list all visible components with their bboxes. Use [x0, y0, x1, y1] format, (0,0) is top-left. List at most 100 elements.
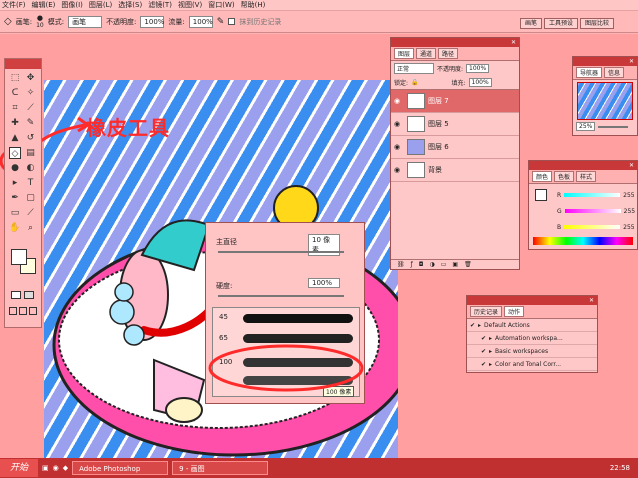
tab-paths[interactable]: 路径: [438, 48, 459, 59]
eye-icon[interactable]: ◉: [394, 97, 404, 105]
hand-tool-icon[interactable]: ✋: [9, 222, 21, 234]
diameter-slider[interactable]: [218, 251, 344, 253]
eyedropper-tool-icon[interactable]: ⟋: [25, 207, 37, 219]
shape-tool-icon[interactable]: ▢: [25, 192, 37, 204]
list-item[interactable]: ✔ ▸ Default Actions: [467, 319, 597, 332]
notes-tool-icon[interactable]: ▭: [9, 207, 21, 219]
blend-mode-select[interactable]: 正常: [394, 63, 434, 74]
b-slider[interactable]: [564, 225, 621, 229]
brush-size-picker[interactable]: ● 10: [36, 14, 44, 29]
history-brush-tool-icon[interactable]: ↺: [25, 132, 37, 144]
menu-window[interactable]: 窗口(W): [208, 0, 234, 10]
slice-tool-icon[interactable]: ⟋: [25, 102, 37, 114]
marquee-tool-icon[interactable]: ⬚: [9, 72, 21, 84]
layer-row[interactable]: ◉ 图层 7: [391, 90, 519, 113]
lasso-tool-icon[interactable]: ᑕ: [9, 87, 21, 99]
well-tab-layer-comps[interactable]: 图层比较: [580, 18, 615, 29]
menu-filter[interactable]: 滤镜(T): [148, 0, 172, 10]
navigator-panel-titlebar[interactable]: ✕: [573, 57, 637, 66]
brush-stroke-preview[interactable]: [243, 334, 353, 343]
start-button[interactable]: 开始: [0, 459, 39, 477]
type-tool-icon[interactable]: T: [25, 177, 37, 189]
check-icon[interactable]: ✔: [481, 335, 486, 342]
tab-color[interactable]: 颜色: [532, 171, 553, 182]
fill-field[interactable]: 100%: [468, 78, 492, 87]
zoom-tool-icon[interactable]: ⌕: [25, 222, 37, 234]
screen-mode-1-icon[interactable]: [9, 307, 17, 315]
menu-view[interactable]: 视图(V): [178, 0, 202, 10]
crop-tool-icon[interactable]: ⌗: [9, 102, 21, 114]
well-tab-brushes[interactable]: 画笔: [520, 18, 543, 29]
quicklaunch-icon[interactable]: ◉: [53, 464, 59, 472]
link-layers-icon[interactable]: ⛓: [397, 261, 405, 268]
menu-layer[interactable]: 图层(L): [89, 0, 112, 10]
check-icon[interactable]: ✔: [470, 322, 475, 329]
tab-navigator[interactable]: 导航器: [576, 67, 603, 78]
hardness-field[interactable]: 100%: [308, 278, 340, 288]
color-ramp[interactable]: [533, 237, 633, 245]
eraser-tool-icon[interactable]: ◇: [4, 16, 12, 27]
tab-actions[interactable]: 动作: [504, 306, 525, 317]
eye-icon[interactable]: ◉: [394, 120, 404, 128]
magic-wand-tool-icon[interactable]: ✧: [25, 87, 37, 99]
layer-mask-icon[interactable]: ◘: [419, 261, 424, 268]
r-slider[interactable]: [564, 193, 621, 197]
tab-swatches[interactable]: 色板: [554, 171, 575, 182]
tab-info[interactable]: 信息: [604, 67, 625, 78]
g-value[interactable]: 255: [624, 208, 635, 215]
quicklaunch-icon[interactable]: ▣: [42, 464, 49, 472]
check-icon[interactable]: ✔: [481, 361, 486, 368]
tab-channels[interactable]: 通道: [416, 48, 437, 59]
menu-help[interactable]: 帮助(H): [241, 0, 266, 10]
list-item[interactable]: ✔ ▸ Basic workspaces: [467, 345, 597, 358]
airbrush-icon[interactable]: ✎: [217, 17, 225, 27]
list-item[interactable]: ✔ ▸ Automation workspa...: [467, 332, 597, 345]
eye-icon[interactable]: ◉: [394, 143, 404, 151]
move-tool-icon[interactable]: ✥: [25, 72, 37, 84]
new-layer-icon[interactable]: ▣: [452, 261, 458, 268]
toolbox-header[interactable]: [5, 59, 41, 69]
blur-tool-icon[interactable]: ●: [9, 162, 21, 174]
eye-icon[interactable]: ◉: [394, 166, 404, 174]
zoom-slider[interactable]: [598, 125, 629, 128]
menu-image[interactable]: 图像(I): [61, 0, 83, 10]
pen-tool-icon[interactable]: ✒: [9, 192, 21, 204]
lock-icon[interactable]: 🔒: [411, 79, 418, 86]
screen-mode-2-icon[interactable]: [19, 307, 27, 315]
quick-mask-icon[interactable]: [24, 291, 34, 299]
flow-field[interactable]: 100%: [188, 15, 213, 28]
tab-layers[interactable]: 图层: [394, 48, 415, 59]
color-panel-titlebar[interactable]: ✕: [529, 161, 637, 170]
list-item[interactable]: ✔ ▸ Color and Tonal Corr...: [467, 358, 597, 371]
mode-select[interactable]: 画笔: [68, 15, 103, 28]
layer-row[interactable]: ◉ 背景: [391, 159, 519, 182]
opacity-field[interactable]: 100%: [140, 15, 164, 28]
layer-row[interactable]: ◉ 图层 5: [391, 113, 519, 136]
standard-mode-icon[interactable]: [11, 291, 21, 299]
tab-history[interactable]: 历史记录: [470, 306, 503, 317]
history-checkbox[interactable]: [228, 18, 236, 25]
foreground-color-swatch[interactable]: [11, 249, 27, 265]
g-slider[interactable]: [564, 209, 621, 213]
layer-opacity-field[interactable]: 100%: [466, 64, 490, 73]
brush-stroke-preview[interactable]: [243, 314, 353, 323]
dodge-tool-icon[interactable]: ◐: [25, 162, 37, 174]
color-swatches[interactable]: [11, 249, 37, 275]
delete-layer-icon[interactable]: 🗑: [464, 261, 472, 268]
check-icon[interactable]: ✔: [481, 348, 486, 355]
adjustment-layer-icon[interactable]: ◑: [430, 261, 435, 268]
actions-panel-titlebar[interactable]: ✕: [467, 296, 597, 305]
eraser-tool-icon[interactable]: ◇: [9, 147, 21, 159]
task-photoshop[interactable]: Adobe Photoshop: [72, 461, 169, 475]
task-paint[interactable]: 9 - 画图: [172, 461, 269, 475]
layer-row[interactable]: ◉ 图层 6: [391, 136, 519, 159]
stamp-tool-icon[interactable]: ▲: [9, 132, 21, 144]
menu-edit[interactable]: 编辑(E): [32, 0, 56, 10]
brush-tool-icon[interactable]: ✎: [25, 117, 37, 129]
healing-brush-tool-icon[interactable]: ✚: [9, 117, 21, 129]
menu-select[interactable]: 选择(S): [118, 0, 142, 10]
fg-color-chip[interactable]: [535, 189, 547, 201]
zoom-value[interactable]: 25%: [576, 122, 596, 131]
quicklaunch-icon[interactable]: ◆: [63, 464, 68, 472]
gradient-tool-icon[interactable]: ▤: [25, 147, 37, 159]
